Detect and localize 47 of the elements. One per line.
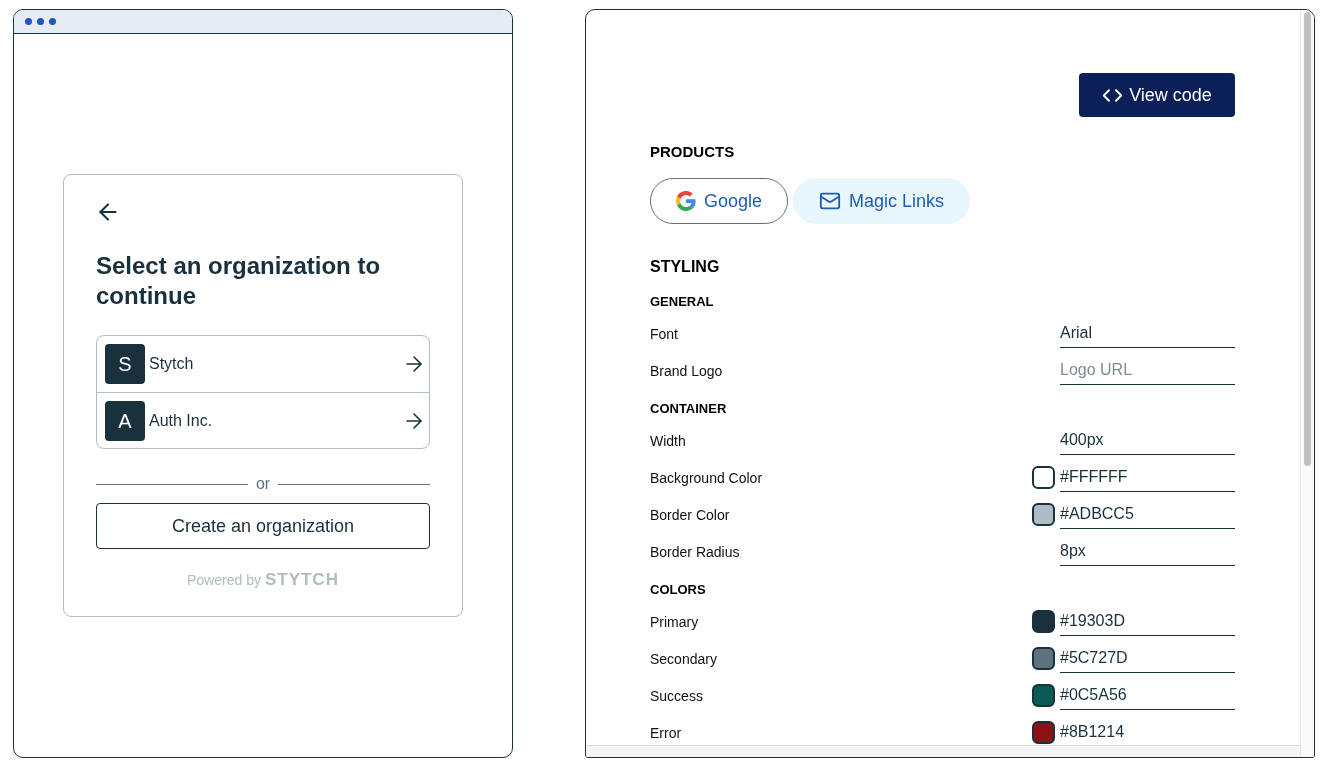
field-label: Background Color [650, 469, 763, 486]
field-label: Brand Logo [650, 362, 723, 379]
envelope-icon [819, 190, 842, 212]
field-label: Secondary [650, 650, 717, 667]
section-title: STYLING [650, 257, 721, 277]
powered-by-text: Powered by STYTCH [187, 570, 339, 590]
input-field[interactable]: #0C5A56 [1060, 681, 1235, 710]
organization-name: Stytch [149, 354, 195, 374]
organization-avatar: A [105, 400, 145, 441]
create-organization-button[interactable]: Create an organization [96, 503, 430, 549]
window-dots-icon [25, 18, 56, 25]
field-label: Error [650, 724, 682, 741]
group-title: COLORS [650, 582, 707, 598]
color-swatch-icon[interactable] [1032, 684, 1055, 707]
field-label: Border Radius [650, 543, 740, 560]
field-label: Border Color [650, 506, 730, 523]
color-swatch-icon[interactable] [1032, 647, 1055, 670]
product-toggle[interactable]: Magic Links [793, 178, 971, 224]
input-field[interactable]: 400px [1060, 426, 1235, 455]
group-title: GENERAL [650, 294, 715, 310]
view-code-button[interactable]: View code [1079, 73, 1235, 117]
group-title: CONTAINER [650, 401, 728, 417]
color-swatch-icon[interactable] [1032, 721, 1055, 744]
input-field[interactable]: #ADBCC5 [1060, 500, 1235, 529]
g-logo-icon [676, 191, 696, 211]
section-title: PRODUCTS [650, 142, 736, 162]
input-field[interactable]: Logo URL [1060, 356, 1235, 385]
color-swatch-icon[interactable] [1032, 466, 1055, 489]
divider-text: or [255, 474, 271, 494]
field-label: Primary [650, 613, 699, 630]
organization-avatar: S [105, 344, 145, 384]
color-swatch-icon[interactable] [1032, 610, 1055, 633]
input-field[interactable]: #FFFFFF [1060, 463, 1235, 492]
input-field[interactable]: 8px [1060, 537, 1235, 566]
input-field[interactable]: Arial [1060, 319, 1235, 348]
product-toggle[interactable]: Google [650, 178, 789, 224]
organization-name: Auth Inc. [149, 410, 214, 431]
scrollbar-thumb[interactable] [1304, 12, 1311, 466]
input-field[interactable]: #5C727D [1060, 644, 1235, 673]
field-label: Font [650, 325, 678, 342]
color-swatch-icon[interactable] [1032, 503, 1055, 526]
input-field[interactable]: #19303D [1060, 607, 1235, 636]
organization-row[interactable]: S Stytch [97, 336, 429, 392]
field-label: Success [650, 687, 703, 704]
card-heading: Select an organization to continue [96, 251, 382, 311]
organization-row[interactable]: A Auth Inc. [97, 392, 429, 448]
field-label: Width [650, 432, 686, 449]
